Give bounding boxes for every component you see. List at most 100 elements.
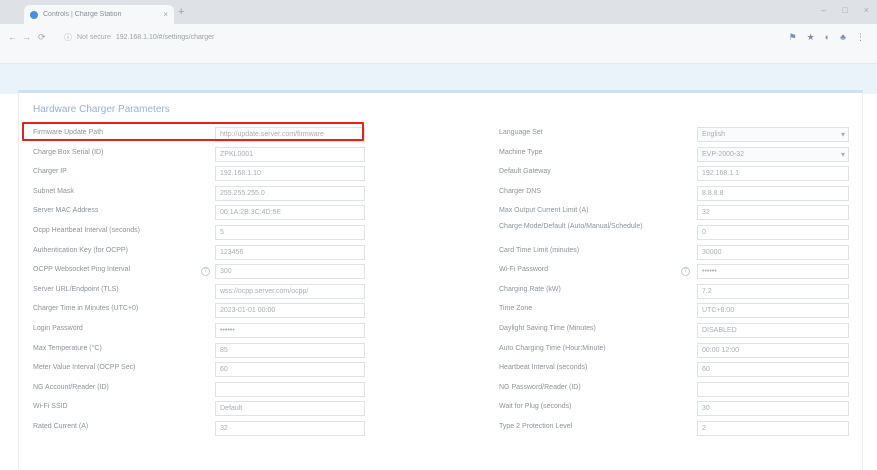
parameter-row-server-url-endpoint-tls: Server URL/Endpoint (TLS) wss://ocpp.serv… [33, 282, 379, 302]
input-heartbeat-interval-seconds[interactable]: 60 [697, 362, 849, 378]
parameter-row-max-output-current-limit-a: Max Output Current Limit (A) 32 [499, 203, 859, 223]
parameter-row-default-gateway: Default Gateway 192.168.1.1 [499, 164, 859, 184]
right-parameter-column: Language Set English Machine Type EVP-2000-… [499, 125, 859, 439]
input-firmware-update-path[interactable]: http://update.server.com/firmware [215, 127, 365, 142]
parameter-label: Heartbeat Interval (seconds) [499, 364, 588, 372]
input-rated-current-a[interactable]: 32 [215, 420, 365, 436]
input-max-output-current-limit-a[interactable]: 32 [697, 205, 849, 221]
parameter-row-ocpp-websocket-ping-interval: OCPP Websocket Ping Interval? 300 [33, 262, 379, 282]
browser-toolbar: ← → ⟳ ⓘ Not secure 192.168.1.10/#/settin… [0, 24, 877, 64]
parameter-row-firmware-update-path: Firmware Update Path http://update.server… [33, 125, 379, 145]
input-default-gateway[interactable]: 192.168.1.1 [697, 166, 849, 182]
parameter-label: NG Account/Reader (ID) [33, 383, 109, 391]
parameter-row-charger-dns: Charger DNS 8.8.8.8 [499, 184, 859, 204]
input-authentication-key-for-ocpp[interactable]: 123456 [215, 244, 365, 260]
input-ocpp-heartbeat-interval-seconds[interactable]: 5 [215, 224, 365, 240]
help-icon[interactable]: ? [201, 267, 210, 277]
input-max-temperature-c[interactable]: 85 [215, 342, 365, 358]
input-subnet-mask[interactable]: 255.255.255.0 [215, 185, 365, 201]
input-server-url-endpoint-tls[interactable]: wss://ocpp.server.com/ocpp/ [215, 283, 365, 299]
extension-icon[interactable]: ♣ [840, 32, 846, 43]
tab-title: Controls | Charge Station [43, 11, 122, 18]
address-bar[interactable]: ⓘ Not secure 192.168.1.10/#/settings/cha… [58, 28, 738, 46]
reload-button[interactable]: ⟳ [38, 32, 46, 43]
parameter-label: Rated Current (A) [33, 422, 89, 430]
parameter-label: Ocpp Heartbeat Interval (seconds) [33, 226, 140, 234]
parameter-label: Firmware Update Path [33, 129, 104, 136]
parameter-row-card-time-limit-minutes: Card Time Limit (minutes) 30000 [499, 243, 859, 263]
parameter-label: Machine Type [499, 148, 543, 156]
select-language-set[interactable]: English [697, 127, 849, 142]
parameter-row-wait-for-plug-seconds: Wait for Plug (seconds) 30 [499, 399, 859, 419]
input-charge-mode-default-auto-manual-schedule[interactable]: 0 [697, 224, 849, 240]
browser-tab-strip: Controls | Charge Station × + – □ × [0, 0, 877, 24]
input-login-password[interactable]: •••••• [215, 322, 365, 338]
parameter-row-daylight-saving-time-minutes: Daylight Saving Time (Minutes) DISABLED [499, 321, 859, 341]
parameter-row-rated-current-a: Rated Current (A) 32 [33, 419, 379, 439]
input-ocpp-websocket-ping-interval[interactable]: 300 [215, 264, 365, 280]
select-machine-type[interactable]: EVP-2000-32 [697, 146, 849, 162]
parameter-row-ocpp-heartbeat-interval-seconds: Ocpp Heartbeat Interval (seconds) 5 [33, 223, 379, 243]
parameter-label: Max Output Current Limit (A) [499, 207, 589, 215]
parameter-label: Max Temperature (°C) [33, 344, 102, 352]
back-button[interactable]: ← [8, 32, 17, 42]
parameter-label: Meter Value Interval (OCPP Sec) [33, 364, 136, 372]
parameter-row-ng-password-reader-id: NG Password/Reader (ID) [499, 380, 859, 400]
browser-tab[interactable]: Controls | Charge Station × [24, 5, 174, 24]
parameter-label: Daylight Saving Time (Minutes) [499, 324, 596, 332]
input-ng-account-reader-id[interactable] [215, 381, 365, 397]
parameter-label: Wi-Fi SSID [33, 403, 68, 411]
input-charger-dns[interactable]: 8.8.8.8 [697, 185, 849, 201]
input-wi-fi-ssid[interactable]: Default [215, 401, 365, 417]
parameter-label: Login Password [33, 324, 83, 332]
parameter-row-server-mac-address: Server MAC Address 00:1A:2B:3C:4D:5E [33, 203, 379, 223]
parameter-label: Charger Time in Minutes (UTC+0) [33, 305, 139, 313]
input-wi-fi-password[interactable]: •••••• [697, 264, 849, 280]
parameter-label: Wait for Plug (seconds) [499, 403, 572, 411]
forward-button[interactable]: → [22, 32, 31, 42]
translate-icon[interactable]: ⚑ [789, 32, 797, 43]
input-charger-time-in-minutes-utc-0[interactable]: 2023-01-01 00:00 [215, 303, 365, 319]
left-parameter-column: Firmware Update Path http://update.server… [33, 125, 379, 439]
input-meter-value-interval-ocpp-sec[interactable]: 60 [215, 362, 365, 378]
input-charging-rate-kw[interactable]: 7.2 [697, 283, 849, 299]
input-daylight-saving-time-minutes[interactable]: DISABLED [697, 322, 849, 338]
parameter-label: Server MAC Address [33, 207, 99, 215]
parameter-row-authentication-key-for-ocpp: Authentication Key (for OCPP) 123456 [33, 243, 379, 263]
maximize-button[interactable]: □ [842, 5, 847, 15]
parameter-row-charging-rate-kw: Charging Rate (kW) 7.2 [499, 282, 859, 302]
new-tab-button[interactable]: + [178, 6, 184, 18]
input-card-time-limit-minutes[interactable]: 30000 [697, 244, 849, 260]
parameter-row-wi-fi-ssid: Wi-Fi SSID Default [33, 399, 379, 419]
parameter-row-charge-mode-default-auto-manual-schedule: Charge Mode/Default (Auto/Manual/Schedul… [499, 223, 859, 243]
parameter-row-time-zone: Time Zone UTC+8:00 [499, 301, 859, 321]
close-tab-icon[interactable]: × [163, 10, 168, 19]
minimize-button[interactable]: – [821, 5, 826, 15]
input-time-zone[interactable]: UTC+8:00 [697, 303, 849, 319]
info-icon[interactable]: ⓘ [64, 32, 72, 43]
parameter-row-subnet-mask: Subnet Mask 255.255.255.0 [33, 184, 379, 204]
parameter-label: Charger IP [33, 168, 67, 176]
input-auto-charging-time-hour-minute[interactable]: 00:00 12:00 [697, 342, 849, 358]
input-type-2-protection-level[interactable]: 2 [697, 420, 849, 436]
site-favicon-icon [30, 10, 38, 19]
profile-icon[interactable]: ◐ [825, 32, 830, 43]
input-server-mac-address[interactable]: 00:1A:2B:3C:4D:5E [215, 205, 365, 221]
parameter-label: Default Gateway [499, 168, 551, 176]
parameter-label: Card Time Limit (minutes) [499, 246, 580, 254]
menu-icon[interactable]: ⋮ [856, 32, 865, 43]
input-charge-box-serial-id[interactable]: ZPKL0001 [215, 146, 365, 162]
url-text[interactable]: 192.168.1.10/#/settings/charger [116, 34, 214, 41]
help-icon[interactable]: ? [681, 267, 690, 277]
parameter-row-charger-time-in-minutes-utc-0: Charger Time in Minutes (UTC+0) 2023-01-0… [33, 301, 379, 321]
parameter-row-login-password: Login Password •••••• [33, 321, 379, 341]
parameter-row-ng-account-reader-id: NG Account/Reader (ID) [33, 380, 379, 400]
close-window-button[interactable]: × [864, 5, 869, 15]
parameter-row-wi-fi-password: Wi-Fi Password? •••••• [499, 262, 859, 282]
parameter-label: Wi-Fi Password [499, 266, 549, 274]
input-ng-password-reader-id[interactable] [697, 381, 849, 397]
input-charger-ip[interactable]: 192.168.1.10 [215, 166, 365, 182]
bookmark-star-icon[interactable]: ★ [807, 32, 815, 43]
parameter-label: Time Zone [499, 305, 533, 313]
input-wait-for-plug-seconds[interactable]: 30 [697, 401, 849, 417]
